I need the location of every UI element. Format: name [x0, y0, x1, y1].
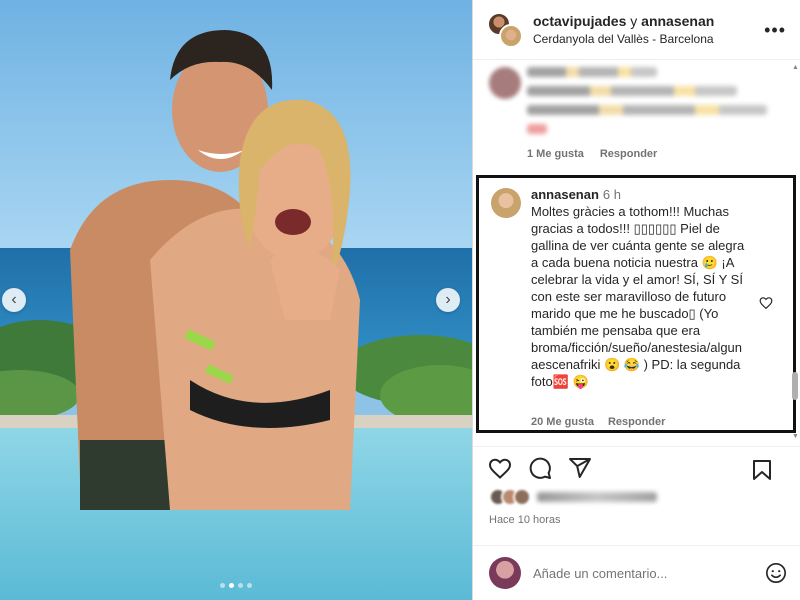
instagram-post-view: ‹ › octavipujades y annasenan Cerdanyola… [0, 0, 800, 600]
post-header: octavipujades y annasenan Cerdanyola del… [473, 0, 800, 60]
comment-input[interactable] [533, 565, 733, 581]
emoji-icon [766, 563, 786, 583]
scrollbar-thumb[interactable] [792, 372, 798, 400]
comment-time: 6 h [602, 187, 621, 202]
avatar [499, 23, 523, 48]
comment-button[interactable] [527, 455, 553, 481]
post-location[interactable]: Cerdanyola del Vallès - Barcelona [533, 32, 714, 46]
save-button[interactable] [749, 457, 775, 483]
comments-list: 1 Me gusta Responder annasenan 6 h Moltes… [473, 61, 800, 444]
avatar [513, 488, 531, 506]
liker-avatars [489, 488, 531, 506]
carousel-dot [247, 583, 252, 588]
like-button[interactable] [487, 455, 513, 481]
comment-likes[interactable]: 1 Me gusta [527, 148, 584, 160]
comment-meta: 1 Me gusta Responder [527, 148, 657, 160]
carousel-dot [220, 583, 225, 588]
send-icon [569, 457, 591, 478]
comment-body: annasenan 6 h Moltes gràcies a tothom!!! … [531, 186, 749, 390]
owner-link[interactable]: octavipujades [533, 13, 626, 29]
chevron-left-icon: ‹ [11, 291, 17, 308]
more-options-icon[interactable]: ••• [764, 20, 786, 41]
chevron-right-icon: › [445, 291, 451, 308]
heart-icon [488, 458, 512, 479]
comment-blurred: 1 Me gusta Responder [473, 61, 800, 171]
carousel-prev-button[interactable]: ‹ [2, 288, 26, 312]
post-photo[interactable]: ‹ › [0, 0, 472, 600]
scroll-down-icon[interactable]: ▼ [792, 433, 799, 440]
avatar[interactable] [491, 188, 521, 218]
comment-bubble-icon [529, 457, 551, 479]
blurred-text [527, 67, 767, 143]
comment-text: Moltes gràcies a tothom!!! Muchas gracia… [531, 204, 748, 389]
post-timestamp: Hace 10 horas [489, 514, 561, 526]
comment-meta: 20 Me gusta Responder [531, 416, 665, 428]
highlighted-comment: annasenan 6 h Moltes gràcies a tothom!!! … [476, 175, 796, 433]
avatar [489, 557, 521, 589]
reply-button[interactable]: Responder [600, 148, 657, 160]
carousel-next-button[interactable]: › [436, 288, 460, 312]
blurred-likes-text [537, 492, 657, 502]
bookmark-icon [753, 460, 771, 480]
carousel-dot [238, 583, 243, 588]
emoji-button[interactable] [765, 562, 787, 589]
header-text: octavipujades y annasenan Cerdanyola del… [533, 13, 714, 46]
post-sidebar: octavipujades y annasenan Cerdanyola del… [472, 0, 800, 600]
likes-summary[interactable] [489, 488, 657, 506]
post-owners: octavipujades y annasenan [533, 13, 714, 29]
post-actions [473, 446, 800, 488]
comment-likes[interactable]: 20 Me gusta [531, 416, 594, 428]
share-button[interactable] [567, 455, 593, 481]
couple-photo-illustration [0, 0, 472, 600]
carousel-dots [0, 583, 472, 588]
like-comment-icon[interactable] [759, 296, 773, 314]
add-comment-bar [473, 545, 800, 600]
owner-link[interactable]: annasenan [641, 13, 714, 29]
carousel-dot-active [229, 583, 234, 588]
comment-username[interactable]: annasenan [531, 187, 599, 202]
reply-button[interactable]: Responder [608, 416, 665, 428]
avatar [489, 67, 521, 99]
owners-separator: y [630, 13, 638, 29]
owners-avatar[interactable] [487, 11, 523, 48]
scroll-up-icon[interactable]: ▲ [792, 64, 799, 71]
comments-scrollbar[interactable]: ▲ ▼ [792, 64, 799, 440]
